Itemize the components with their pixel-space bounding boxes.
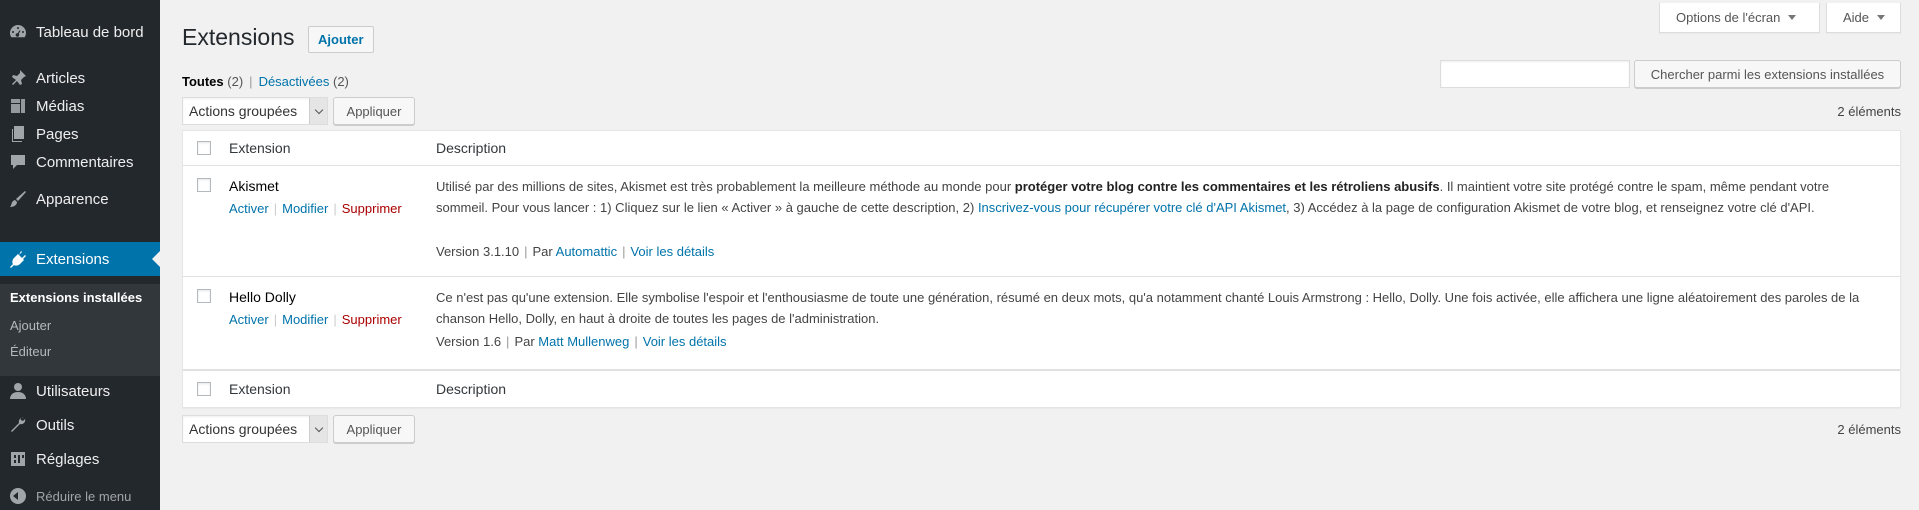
- collapse-menu-button[interactable]: Réduire le menu: [0, 482, 160, 510]
- menu-label: Apparence: [36, 190, 109, 208]
- edit-link[interactable]: Modifier: [282, 201, 328, 216]
- filter-inactive-count: (2): [333, 74, 349, 89]
- filter-inactive[interactable]: Désactivées (2): [259, 74, 349, 89]
- bulk-actions-select-bottom[interactable]: Actions groupées: [182, 415, 328, 443]
- settings-icon: [0, 442, 36, 476]
- menu-item-tools[interactable]: Outils: [0, 408, 160, 442]
- filter-all[interactable]: Toutes (2): [182, 74, 243, 89]
- plugin-version: Version 1.6: [436, 334, 502, 349]
- row-checkbox[interactable]: [197, 178, 211, 192]
- page-title: Extensions: [182, 24, 295, 50]
- table-footer-row: Extension Description: [183, 370, 1900, 408]
- brush-icon: [0, 182, 36, 216]
- activate-link[interactable]: Activer: [229, 201, 269, 216]
- menu-label: Articles: [36, 69, 86, 87]
- help-label: Aide: [1843, 10, 1870, 25]
- comment-icon: [0, 145, 36, 179]
- submenu-item-installed[interactable]: Extensions installées: [10, 290, 142, 305]
- column-footer-name[interactable]: Extension: [229, 381, 290, 397]
- menu-label: Commentaires: [36, 153, 134, 171]
- details-link[interactable]: Voir les détails: [630, 244, 714, 259]
- filter-all-count: (2): [227, 74, 244, 89]
- screen-options-button[interactable]: Options de l'écran: [1659, 3, 1820, 33]
- akismet-signup-link[interactable]: Inscrivez-vous pour récupérer votre clé …: [978, 200, 1286, 215]
- menu-label: Réglages: [36, 450, 100, 468]
- plugin-description: Utilisé par des millions de sites, Akism…: [436, 179, 1830, 215]
- row-checkbox[interactable]: [197, 289, 211, 303]
- plugin-description: Ce n'est pas qu'une extension. Elle symb…: [436, 290, 1860, 326]
- chevron-down-icon: [1788, 15, 1797, 20]
- status-filters: Toutes (2) | Désactivées (2): [182, 74, 349, 89]
- author-link[interactable]: Matt Mullenweg: [538, 334, 629, 349]
- apply-button-bottom[interactable]: Appliquer: [333, 415, 415, 443]
- menu-label: Outils: [36, 416, 75, 434]
- wrench-icon: [0, 408, 36, 442]
- plugin-name: Hello Dolly: [229, 289, 296, 305]
- select-all-checkbox-footer[interactable]: [197, 382, 211, 396]
- tablenav-bottom: Actions groupées Appliquer 2 éléments: [182, 415, 1901, 445]
- submenu: Extensions installées Ajouter Éditeur: [0, 284, 160, 376]
- plugin-meta: Version 3.1.10 | Par Automattic | Voir les d…: [436, 244, 715, 259]
- menu-item-comments[interactable]: Commentaires: [0, 145, 160, 179]
- bulk-actions-select[interactable]: Actions groupées: [182, 97, 328, 125]
- edit-link[interactable]: Modifier: [282, 312, 328, 327]
- submenu-item-editor[interactable]: Éditeur: [10, 344, 51, 359]
- plugin-icon: [0, 242, 36, 276]
- menu-item-users[interactable]: Utilisateurs: [0, 374, 160, 408]
- menu-label: Pages: [36, 125, 79, 143]
- table-row: Akismet Activer | Modifier | Supprimer Utili…: [183, 166, 1900, 277]
- menu-item-settings[interactable]: Réglages: [0, 442, 160, 476]
- menu-item-dashboard[interactable]: Tableau de bord: [0, 15, 160, 49]
- menu-label: Médias: [36, 97, 85, 115]
- submenu-item-add[interactable]: Ajouter: [10, 318, 51, 333]
- plugin-meta: Version 1.6 | Par Matt Mullenweg | Voir les …: [436, 334, 727, 349]
- help-button[interactable]: Aide: [1826, 3, 1901, 33]
- table-row: Hello Dolly Activer | Modifier | Supprimer C…: [183, 277, 1900, 370]
- chevron-down-icon: [309, 416, 327, 442]
- search-input[interactable]: [1440, 60, 1630, 88]
- description-emphasis: protéger votre blog contre les commentai…: [1014, 179, 1440, 194]
- menu-label: Extensions: [36, 250, 110, 268]
- details-link[interactable]: Voir les détails: [643, 334, 727, 349]
- plugin-version: Version 3.1.10: [436, 244, 520, 259]
- admin-menu: Tableau de bord Articles Médias Pages Co…: [0, 0, 160, 510]
- dashboard-icon: [0, 15, 36, 49]
- plugins-table: Extension Description Akismet Activer | Mo…: [182, 130, 1901, 408]
- table-header-row: Extension Description: [183, 131, 1900, 166]
- menu-item-extensions[interactable]: Extensions: [0, 242, 160, 276]
- delete-link[interactable]: Supprimer: [342, 312, 402, 327]
- search-button[interactable]: Chercher parmi les extensions installées: [1634, 60, 1901, 88]
- delete-link[interactable]: Supprimer: [342, 201, 402, 216]
- column-header-name[interactable]: Extension: [229, 140, 290, 156]
- menu-label: Utilisateurs: [36, 382, 111, 400]
- bulk-actions-label: Actions groupées: [189, 103, 298, 119]
- screen-options-label: Options de l'écran: [1676, 10, 1781, 25]
- items-count: 2 éléments: [1837, 104, 1901, 119]
- bulk-actions-label: Actions groupées: [189, 421, 298, 437]
- menu-item-appearance[interactable]: Apparence: [0, 182, 160, 216]
- row-actions: Activer | Modifier | Supprimer: [229, 201, 402, 216]
- chevron-down-icon: [1877, 15, 1886, 20]
- items-count: 2 éléments: [1837, 422, 1901, 437]
- author-link[interactable]: Automattic: [556, 244, 617, 259]
- activate-link[interactable]: Activer: [229, 312, 269, 327]
- screen-meta-links: Options de l'écran Aide: [1659, 3, 1901, 33]
- column-footer-description: Description: [436, 381, 507, 397]
- search-box: Chercher parmi les extensions installées: [1440, 60, 1901, 88]
- collapse-icon: [0, 488, 36, 504]
- select-all-checkbox[interactable]: [197, 141, 211, 155]
- column-header-description: Description: [436, 140, 507, 156]
- menu-label: Tableau de bord: [36, 23, 144, 41]
- chevron-down-icon: [309, 98, 327, 124]
- apply-button[interactable]: Appliquer: [333, 97, 415, 125]
- tablenav-top: Actions groupées Appliquer 2 éléments: [182, 97, 1901, 127]
- filter-separator: |: [249, 74, 253, 89]
- main-content: Options de l'écran Aide Extensions Ajout…: [160, 0, 1919, 510]
- collapse-label: Réduire le menu: [36, 488, 132, 504]
- user-icon: [0, 374, 36, 408]
- add-new-button[interactable]: Ajouter: [308, 26, 374, 53]
- row-actions: Activer | Modifier | Supprimer: [229, 312, 402, 327]
- plugin-name: Akismet: [229, 178, 279, 194]
